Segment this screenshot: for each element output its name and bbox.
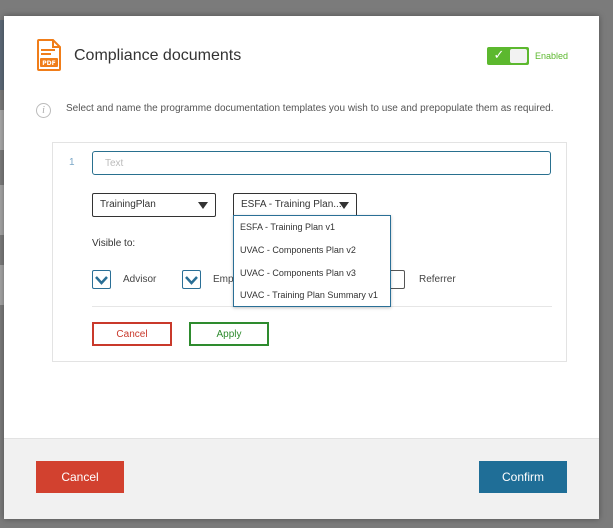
modal-footer: Cancel Confirm [4,438,599,519]
info-icon: i [36,103,51,118]
info-row: i Select and name the programme document… [4,96,599,126]
advisor-label: Advisor [123,274,157,285]
dropdown-option[interactable]: UVAC - Components Plan v2 [234,239,390,262]
check-icon [95,276,108,285]
compliance-documents-modal: PDF Compliance documents ✓ Enabled i Sel… [4,16,599,519]
dropdown-option[interactable]: ESFA - Training Plan v1 [234,216,390,239]
toggle-knob [510,49,527,63]
cancel-button[interactable]: Cancel [36,461,124,493]
toggle-status-label: Enabled [535,51,569,61]
chevron-down-icon [198,202,208,209]
template-dropdown-menu: ESFA - Training Plan v1 UVAC - Component… [233,215,391,307]
advisor-checkbox[interactable] [92,270,111,289]
visible-to-label: Visible to: [92,238,136,249]
plan-type-select-value: TrainingPlan [100,199,156,210]
confirm-button[interactable]: Confirm [479,461,567,493]
modal-title: Compliance documents [74,47,242,64]
chevron-down-icon [339,202,349,209]
dropdown-option[interactable]: UVAC - Training Plan Summary v1 [234,284,390,307]
employer-checkbox[interactable] [182,270,201,289]
check-icon: ✓ [493,48,505,63]
template-select[interactable]: ESFA - Training Plan... [233,193,357,217]
row-number: 1 [69,157,75,168]
dropdown-option[interactable]: UVAC - Components Plan v3 [234,262,390,285]
plan-type-select[interactable]: TrainingPlan [92,193,216,217]
referrer-label: Referrer [419,274,456,285]
row-cancel-button[interactable]: Cancel [92,322,172,346]
check-icon [185,276,198,285]
pdf-document-icon: PDF [37,39,61,71]
employer-label: Emp [213,274,234,285]
svg-text:PDF: PDF [42,60,55,67]
info-text: Select and name the programme documentat… [66,103,554,114]
row-apply-button[interactable]: Apply [189,322,269,346]
modal-header: PDF Compliance documents ✓ Enabled [4,16,599,96]
template-select-value: ESFA - Training Plan... [241,199,342,210]
enabled-toggle[interactable]: ✓ [487,47,529,65]
document-name-input[interactable] [92,151,551,175]
